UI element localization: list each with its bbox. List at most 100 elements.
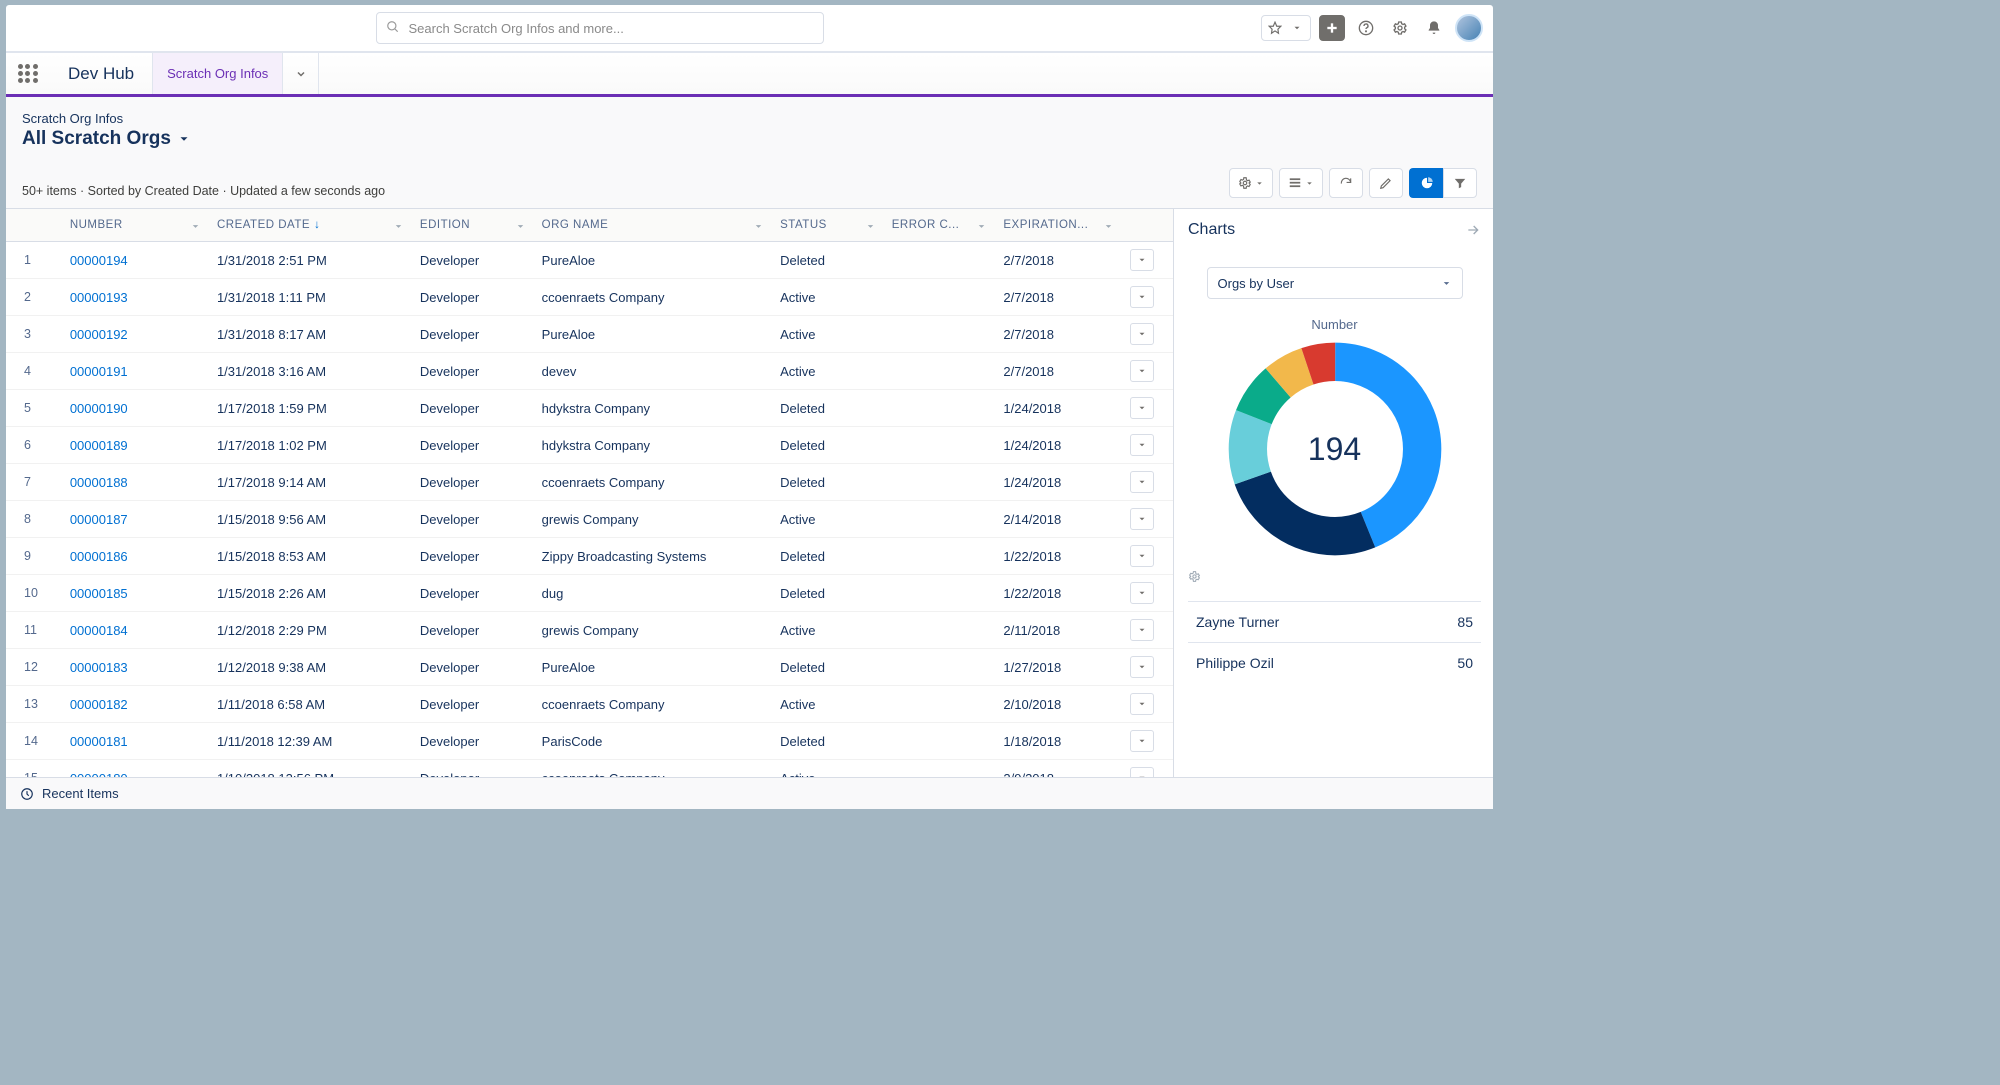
cell-created: 1/17/2018 1:02 PM [209, 427, 412, 464]
cell-created: 1/11/2018 6:58 AM [209, 686, 412, 723]
record-number-link[interactable]: 00000183 [70, 660, 128, 675]
row-index: 13 [6, 686, 62, 723]
legend-row: Philippe Ozil 50 [1188, 642, 1481, 683]
footer-recent-items[interactable]: Recent Items [42, 786, 119, 801]
record-number-link[interactable]: 00000181 [70, 734, 128, 749]
cell-error [884, 279, 996, 316]
record-number-link[interactable]: 00000193 [70, 290, 128, 305]
row-actions-menu-icon[interactable] [1130, 323, 1154, 345]
charts-panel-title: Charts [1188, 221, 1235, 239]
app-name: Dev Hub [50, 53, 152, 94]
tab-scratch-org-infos[interactable]: Scratch Org Infos [152, 53, 283, 94]
row-actions-menu-icon[interactable] [1130, 582, 1154, 604]
row-actions-menu-icon[interactable] [1130, 545, 1154, 567]
cell-org-name: ccoenraets Company [534, 686, 772, 723]
row-actions-menu-icon[interactable] [1130, 693, 1154, 715]
list-view-name: All Scratch Orgs [22, 128, 171, 150]
notifications-bell-icon[interactable] [1421, 15, 1447, 41]
cell-created: 1/17/2018 9:14 AM [209, 464, 412, 501]
tab-overflow-chevron-icon[interactable] [283, 53, 319, 94]
row-actions-menu-icon[interactable] [1130, 508, 1154, 530]
cell-error [884, 353, 996, 390]
record-number-link[interactable]: 00000188 [70, 475, 128, 490]
cell-expiration: 1/27/2018 [995, 649, 1122, 686]
table-row: 13 00000182 1/11/2018 6:58 AM Developer … [6, 686, 1173, 723]
cell-created: 1/12/2018 9:38 AM [209, 649, 412, 686]
cell-edition: Developer [412, 242, 534, 279]
org-logo[interactable] [16, 11, 58, 45]
cell-org-name: ParisCode [534, 723, 772, 760]
row-actions-menu-icon[interactable] [1130, 397, 1154, 419]
record-number-link[interactable]: 00000182 [70, 697, 128, 712]
cell-edition: Developer [412, 427, 534, 464]
list-settings-gear-icon[interactable] [1229, 168, 1273, 198]
cell-status: Active [772, 279, 884, 316]
charts-toggle-icon[interactable] [1409, 168, 1443, 198]
record-number-link[interactable]: 00000187 [70, 512, 128, 527]
list-view-dropdown-icon[interactable] [177, 132, 191, 146]
record-number-link[interactable]: 00000189 [70, 438, 128, 453]
global-search-input[interactable] [376, 12, 824, 44]
record-number-link[interactable]: 00000185 [70, 586, 128, 601]
help-icon[interactable] [1353, 15, 1379, 41]
breadcrumb: Scratch Org Infos [22, 111, 1477, 126]
cell-org-name: ccoenraets Company [534, 760, 772, 778]
cell-created: 1/12/2018 2:29 PM [209, 612, 412, 649]
row-actions-menu-icon[interactable] [1130, 286, 1154, 308]
cell-org-name: PureAloe [534, 242, 772, 279]
cell-expiration: 2/7/2018 [995, 353, 1122, 390]
user-avatar[interactable] [1455, 14, 1483, 42]
cell-error [884, 612, 996, 649]
cell-error [884, 427, 996, 464]
column-header[interactable]: EXPIRATION... [995, 209, 1122, 242]
cell-status: Deleted [772, 427, 884, 464]
cell-expiration: 1/18/2018 [995, 723, 1122, 760]
cell-expiration: 1/24/2018 [995, 427, 1122, 464]
row-actions-menu-icon[interactable] [1130, 249, 1154, 271]
column-header[interactable]: ERROR C... [884, 209, 996, 242]
list-status-text: 50+ items · Sorted by Created Date · Upd… [22, 184, 385, 198]
filter-icon[interactable] [1443, 168, 1477, 198]
app-launcher-icon[interactable] [6, 53, 50, 94]
row-actions-menu-icon[interactable] [1130, 730, 1154, 752]
favorite-star-icon[interactable] [1264, 17, 1286, 39]
record-number-link[interactable]: 00000184 [70, 623, 128, 638]
inline-edit-pencil-icon[interactable] [1369, 168, 1403, 198]
row-actions-menu-icon[interactable] [1130, 656, 1154, 678]
cell-expiration: 2/9/2018 [995, 760, 1122, 778]
global-actions-plus-icon[interactable] [1319, 15, 1345, 41]
chart-picker[interactable]: Orgs by User [1207, 267, 1463, 299]
column-header[interactable]: ORG NAME [534, 209, 772, 242]
column-header[interactable]: NUMBER [62, 209, 209, 242]
refresh-icon[interactable] [1329, 168, 1363, 198]
charts-collapse-arrow-icon[interactable] [1465, 222, 1481, 238]
record-number-link[interactable]: 00000191 [70, 364, 128, 379]
row-actions-menu-icon[interactable] [1130, 619, 1154, 641]
favorite-dropdown-icon[interactable] [1286, 17, 1308, 39]
row-actions-menu-icon[interactable] [1130, 767, 1154, 777]
column-header[interactable]: CREATED DATE↓ [209, 209, 412, 242]
cell-edition: Developer [412, 612, 534, 649]
row-actions-menu-icon[interactable] [1130, 434, 1154, 456]
row-actions-menu-icon[interactable] [1130, 360, 1154, 382]
column-header[interactable]: STATUS [772, 209, 884, 242]
cell-org-name: devev [534, 353, 772, 390]
chart-settings-gear-icon[interactable] [1188, 564, 1481, 583]
cell-status: Deleted [772, 242, 884, 279]
record-number-link[interactable]: 00000194 [70, 253, 128, 268]
row-actions-menu-icon[interactable] [1130, 471, 1154, 493]
setup-gear-icon[interactable] [1387, 15, 1413, 41]
cell-org-name: PureAloe [534, 649, 772, 686]
cell-created: 1/15/2018 2:26 AM [209, 575, 412, 612]
cell-org-name: grewis Company [534, 612, 772, 649]
cell-status: Active [772, 316, 884, 353]
column-header[interactable]: EDITION [412, 209, 534, 242]
record-number-link[interactable]: 00000186 [70, 549, 128, 564]
table-row: 3 00000192 1/31/2018 8:17 AM Developer P… [6, 316, 1173, 353]
record-number-link[interactable]: 00000190 [70, 401, 128, 416]
cell-error [884, 316, 996, 353]
record-number-link[interactable]: 00000192 [70, 327, 128, 342]
cell-edition: Developer [412, 464, 534, 501]
cell-created: 1/11/2018 12:39 AM [209, 723, 412, 760]
display-as-table-icon[interactable] [1279, 168, 1323, 198]
